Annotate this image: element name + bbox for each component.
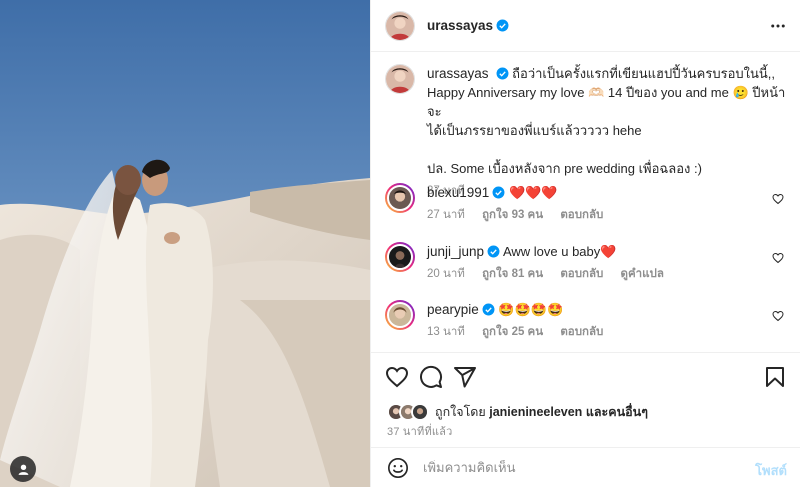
liked-by-user[interactable]: janienineeleven <box>489 405 582 419</box>
comment-time[interactable]: 20 นาที <box>427 268 465 280</box>
post-actions: ถูกใจโดย janienineeleven และคนอื่นๆ 37 น… <box>371 352 800 447</box>
post-photo[interactable] <box>0 0 370 487</box>
heart-icon[interactable] <box>385 365 409 389</box>
wedding-photo <box>0 0 370 487</box>
verified-badge-icon <box>496 19 509 32</box>
post-side-panel: urassayas urassayas ถือว่าเป็นครั้งแรกที… <box>370 0 800 487</box>
comment-like-heart-icon[interactable] <box>772 252 784 264</box>
see-translation-button[interactable]: ดูคำแปล <box>621 268 664 280</box>
commenter-avatar[interactable] <box>385 242 415 272</box>
reply-button[interactable]: ตอบกลับ <box>560 326 603 338</box>
comment-likes[interactable]: ถูกใจ 25 คน <box>482 326 543 338</box>
author-avatar[interactable] <box>385 64 415 94</box>
comment-likes[interactable]: ถูกใจ 93 คน <box>482 209 543 221</box>
comment-time[interactable]: 27 นาที <box>427 209 465 221</box>
liker-avatar[interactable] <box>411 403 429 421</box>
tagged-people-button[interactable] <box>10 456 36 482</box>
reply-button[interactable]: ตอบกลับ <box>560 268 603 280</box>
liked-by-prefix: ถูกใจโดย <box>435 405 486 419</box>
author-username[interactable]: urassayas <box>427 18 493 33</box>
comment-icon[interactable] <box>419 365 443 389</box>
caption-username[interactable]: urassayas <box>427 66 489 81</box>
comment-time[interactable]: 13 นาที <box>427 326 465 338</box>
caption-line-3: ได้เป็นภรรยาของพี่แบร์แล้ววววว hehe <box>427 123 642 138</box>
caption-line-1: ถือว่าเป็นครั้งแรกที่เขียนแฮปปี้วันครบรอ… <box>512 66 775 81</box>
comment-like-heart-icon[interactable] <box>772 310 784 322</box>
commenter-username[interactable]: junji_junp <box>427 244 484 259</box>
instagram-post: urassayas urassayas ถือว่าเป็นครั้งแรกที… <box>0 0 800 487</box>
caption: urassayas ถือว่าเป็นครั้งแรกที่เขียนแฮปป… <box>385 64 790 201</box>
comment-text: ❤️❤️❤️ <box>508 185 558 200</box>
comment-item: junji_junp Aww love u baby❤️ 20 นาที ถูก… <box>385 242 790 283</box>
verified-badge-icon <box>492 186 505 199</box>
commenter-username[interactable]: pearypie <box>427 302 479 317</box>
reply-button[interactable]: ตอบกลับ <box>560 209 603 221</box>
caption-line-2: Happy Anniversary my love 🫶🏻 14 ปีของ yo… <box>427 85 786 119</box>
post-comment-button[interactable]: โพสต์ <box>755 460 787 481</box>
commenter-username[interactable]: biexu1991 <box>427 185 489 200</box>
add-comment-bar: โพสต์ <box>371 447 800 487</box>
commenter-avatar[interactable] <box>385 300 415 330</box>
comment-text: Aww love u baby❤️ <box>502 244 617 259</box>
post-timestamp[interactable]: 37 นาทีที่แล้ว <box>387 422 453 440</box>
verified-badge-icon <box>487 245 500 258</box>
comment-like-heart-icon[interactable] <box>772 193 784 205</box>
smiley-icon[interactable] <box>387 457 409 479</box>
comment-input[interactable] <box>423 460 743 475</box>
more-horizontal-icon[interactable] <box>769 17 787 35</box>
user-icon <box>18 464 28 475</box>
verified-badge-icon <box>482 303 495 316</box>
comment-text: 🤩🤩🤩🤩 <box>498 302 564 317</box>
author-avatar[interactable] <box>385 10 415 41</box>
liked-by-others[interactable]: และคนอื่นๆ <box>586 405 648 419</box>
bookmark-icon[interactable] <box>763 365 787 389</box>
share-icon[interactable] <box>453 365 477 389</box>
verified-badge-icon <box>496 67 508 80</box>
comment-likes[interactable]: ถูกใจ 81 คน <box>482 268 543 280</box>
commenter-avatar[interactable] <box>385 183 415 213</box>
liked-by: ถูกใจโดย janienineeleven และคนอื่นๆ <box>387 402 648 422</box>
comment-item: pearypie 🤩🤩🤩🤩 13 นาที ถูกใจ 25 คน ตอบกลั… <box>385 300 790 341</box>
post-header: urassayas <box>371 0 800 52</box>
caption-line-4: ปล. Some เบื้องหลังจาก pre wedding เพื่อ… <box>427 161 702 176</box>
comments-scroll-area[interactable]: urassayas ถือว่าเป็นครั้งแรกที่เขียนแฮปป… <box>371 52 800 352</box>
comment-item: biexu1991 ❤️❤️❤️ 27 นาที ถูกใจ 93 คน ตอบ… <box>385 183 790 224</box>
